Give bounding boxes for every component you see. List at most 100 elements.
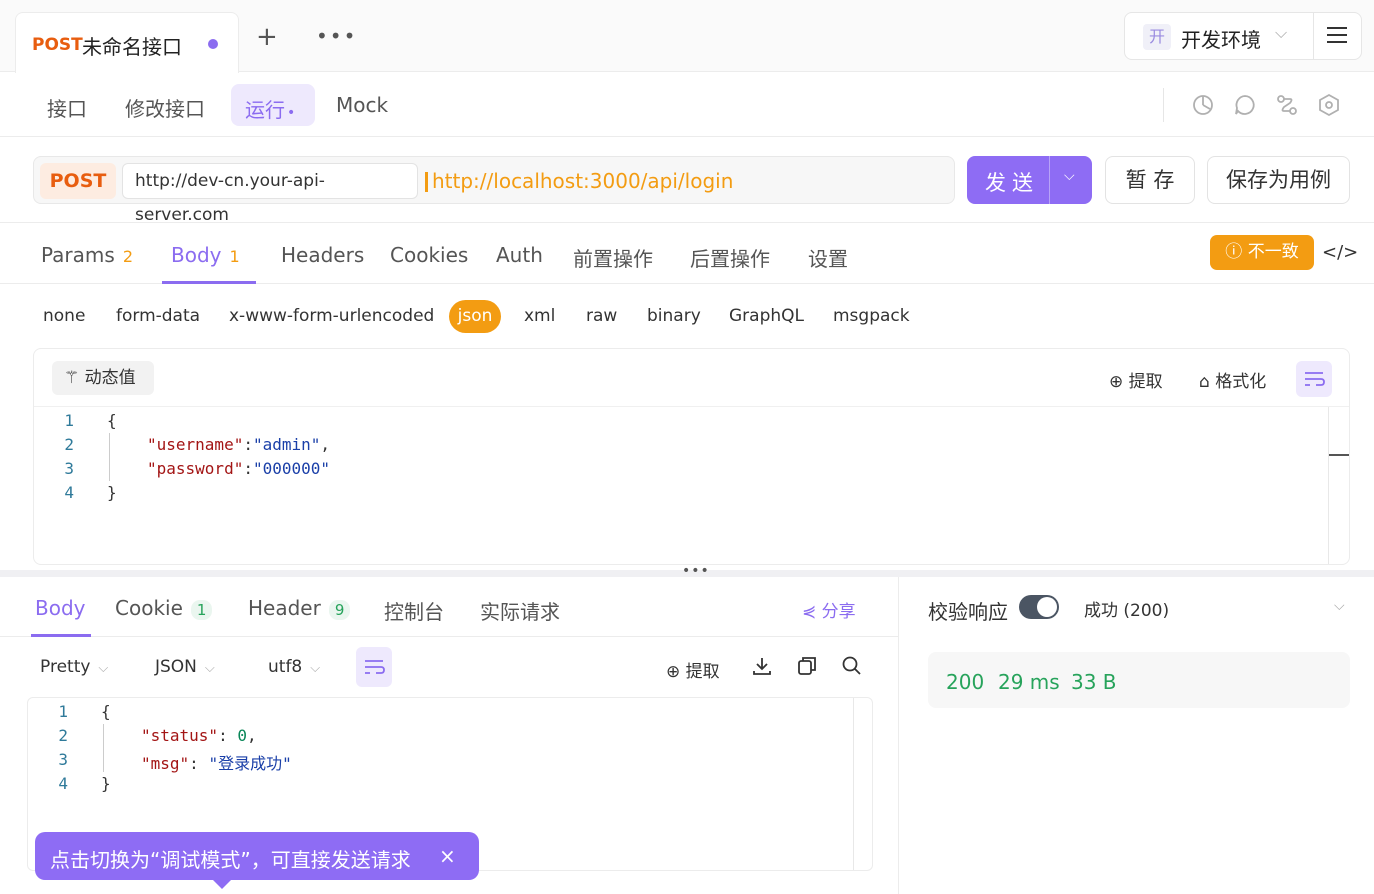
wrap-lines-button[interactable] [1296,361,1332,397]
format-select[interactable]: JSON ⌵ [155,657,215,677]
indent-guide [109,433,110,481]
active-tab-indicator [162,281,256,284]
resp-tab-body[interactable]: Body [35,596,86,620]
body-type-form-data[interactable]: form-data [116,306,200,326]
tab-pre-actions[interactable]: 前置操作 [573,243,653,272]
send-button[interactable]: 发送 ⌵ [967,156,1092,204]
tab-headers[interactable]: Headers [281,243,364,267]
comment-icon[interactable] [1233,93,1257,117]
scroll-marker [1329,454,1349,456]
code-line[interactable]: { [107,411,117,430]
tab-cookies[interactable]: Cookies [390,243,468,267]
code-icon[interactable]: </> [1322,242,1358,263]
resp-tab-console[interactable]: 控制台 [384,596,444,625]
tooltip-text: 点击切换为“调试模式”，可直接发送请求 [50,848,411,872]
response-size: 33 B [1071,670,1117,694]
tab-params[interactable]: Params 2 [41,243,133,267]
upload-icon: ⊕ [1109,372,1129,392]
resp-tab-cookie[interactable]: Cookie 1 [115,596,213,620]
copy-icon[interactable] [796,655,818,677]
extract-label: 提取 [685,662,720,682]
resp-tab-actual-request[interactable]: 实际请求 [480,596,560,625]
tab-settings[interactable]: 设置 [808,243,848,272]
method-selector[interactable]: POST [40,163,116,199]
share-button[interactable]: ⋞ 分享 [802,597,856,622]
body-type-raw[interactable]: raw [586,306,617,326]
subnav-item-edit[interactable]: 修改接口 [125,93,205,122]
wrap-lines-button[interactable] [356,647,392,687]
tab-method-label: POST [32,35,83,55]
scrollbar[interactable] [1328,407,1329,564]
body-type-urlencoded[interactable]: x-www-form-urlencoded [229,306,434,326]
search-icon[interactable] [841,655,863,677]
validation-result[interactable]: 成功 (200) [1084,596,1169,621]
subnav-item-mock[interactable]: Mock [336,93,388,117]
code-line[interactable]: "username":"admin", [147,435,330,454]
save-temp-button[interactable]: 暂 存 [1105,156,1195,204]
code-line[interactable]: "status": 0, [141,726,257,745]
base-url-selector[interactable]: http://dev-cn.your-api-server.com [122,163,418,225]
encoding-label: utf8 [268,657,303,677]
chevron-down-icon[interactable]: ⌵ [1334,598,1345,614]
body-type-graphql[interactable]: GraphQL [729,306,804,326]
download-icon[interactable] [751,655,773,677]
share-link-icon[interactable] [1275,93,1299,117]
line-number: 4 [58,774,68,793]
body-type-msgpack[interactable]: msgpack [833,306,910,326]
code-line[interactable]: } [107,483,117,502]
chevron-down-icon: ⌵ [310,661,321,676]
close-icon[interactable]: × [439,844,456,868]
tab-post-actions[interactable]: 后置操作 [690,243,770,272]
format-button[interactable]: ⌂ 格式化 [1199,367,1266,392]
subnav-item-api[interactable]: 接口 [47,93,87,122]
extract-button[interactable]: ⊕ 提取 [1109,367,1163,392]
resp-tab-header[interactable]: Header 9 [248,596,351,620]
dynamic-value-button[interactable]: ⚚ 动态值 [52,361,154,395]
validate-toggle[interactable] [1019,595,1059,619]
code-line[interactable]: "msg": "登录成功" [141,750,292,774]
scrollbar[interactable] [853,698,854,870]
json-value: "admin" [252,435,321,454]
code-line[interactable]: } [101,774,111,793]
mismatch-label: 不一致 [1247,242,1299,262]
line-number: 3 [64,459,74,478]
body-type-none[interactable]: none [43,306,85,326]
environment-label: 开发环境 [1181,28,1261,52]
divider [898,577,899,894]
chevron-down-icon: ⌵ [204,661,215,676]
settings-icon[interactable] [1317,93,1341,117]
menu-icon[interactable] [1327,27,1347,45]
code-line[interactable]: { [101,702,111,721]
json-value: 0 [237,726,247,745]
tab-count: 1 [229,247,240,266]
subnav-item-run[interactable]: 运行 • [231,84,315,126]
line-number: 1 [58,702,68,721]
mismatch-badge[interactable]: ⓘ 不一致 [1210,235,1314,270]
environment-selector[interactable]: 开 开发环境 ⌵ [1124,12,1362,60]
tab-body[interactable]: Body 1 [171,243,240,267]
request-body-editor: ⚚ 动态值 ⊕ 提取 ⌂ 格式化 1 2 3 4 { "username":"a… [33,348,1350,565]
json-separator: : [243,459,253,478]
more-tabs-button[interactable]: ••• [316,26,357,46]
save-as-case-button[interactable]: 保存为用例 [1207,156,1350,204]
url-path-input[interactable]: http://localhost:3000/api/login [432,169,733,193]
top-tab-bar: POST 未命名接口 + ••• 开 开发环境 ⌵ [0,0,1374,73]
json-tail: , [246,726,257,745]
encoding-select[interactable]: utf8 ⌵ [268,657,320,677]
history-icon[interactable] [1191,93,1215,117]
debug-mode-tooltip[interactable]: 点击切换为“调试模式”，可直接发送请求 × [35,832,479,889]
new-tab-button[interactable]: + [256,24,278,50]
extract-button[interactable]: ⊕ 提取 [666,657,720,682]
chevron-down-icon[interactable]: ⌵ [1064,168,1075,184]
sub-navigation: 接口 修改接口 运行 • Mock [0,73,1374,137]
view-mode-select[interactable]: Pretty ⌵ [40,657,108,677]
dynamic-value-label: 动态值 [84,368,136,388]
body-type-xml[interactable]: xml [524,306,555,326]
request-tab[interactable]: POST 未命名接口 [15,12,239,73]
body-type-binary[interactable]: binary [647,306,701,326]
code-line[interactable]: "password":"000000" [147,459,330,478]
subnav-run-label: 运行 [245,98,285,122]
response-metrics: 200 29 ms 33 B [928,652,1350,708]
body-type-json[interactable]: json [449,300,501,333]
tab-auth[interactable]: Auth [496,243,543,267]
